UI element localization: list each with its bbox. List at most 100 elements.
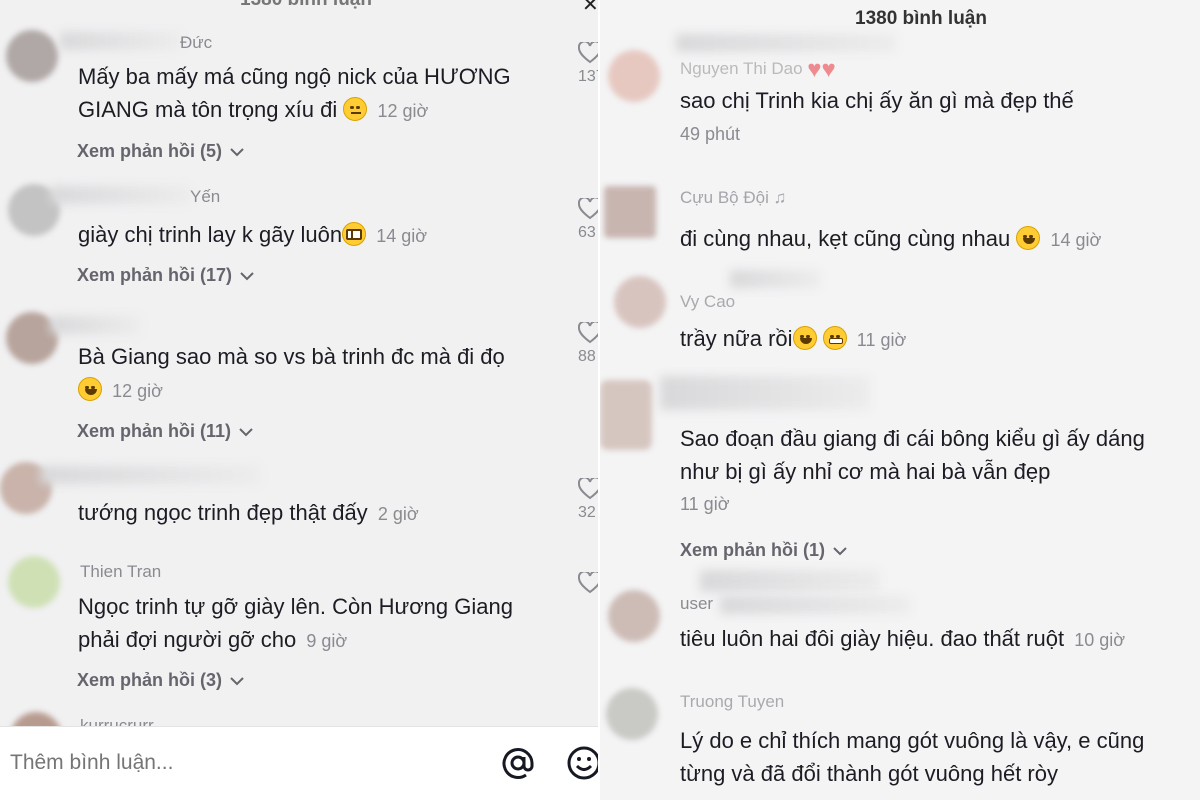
view-replies-button[interactable]: Xem phản hồi (11): [77, 421, 254, 442]
comment-text: Mấy ba mấy má cũng ngộ nick của HƯƠNG GI…: [78, 60, 558, 128]
avatar[interactable]: [608, 50, 660, 102]
comment-time: 49 phút: [680, 124, 741, 144]
comment-time: 14 giờ: [1050, 230, 1102, 250]
avatar[interactable]: [606, 688, 658, 740]
comment-username[interactable]: Thien Tran: [80, 562, 161, 582]
view-replies-button[interactable]: Xem phản hồi (17): [77, 265, 255, 286]
view-replies-button[interactable]: Xem phản hồi (5): [77, 141, 245, 162]
tears-of-joy-emoji-icon: [792, 326, 817, 350]
like-count: 137: [578, 68, 600, 85]
comment-count-title: 1380 bình luận: [240, 0, 372, 11]
comment-body: Mấy ba mấy má cũng ngộ nick của HƯƠNG GI…: [78, 64, 511, 122]
like-count: 63: [578, 224, 596, 241]
chevron-down-icon: [833, 547, 847, 556]
username-blur: [720, 596, 910, 614]
username-blur: [676, 34, 896, 52]
avatar[interactable]: [600, 380, 652, 450]
comment-username[interactable]: Nguyen Thi Dao ♥♥: [680, 56, 836, 84]
heart-outline-icon: [578, 572, 600, 594]
comment-body: Bà Giang sao mà so vs bà trinh đc mà đi …: [78, 344, 505, 369]
heart-emoji-icon: ♥: [807, 56, 822, 83]
comment-time: 12 giờ: [377, 101, 429, 121]
heart-emoji-icon: ♥: [821, 56, 836, 83]
comment-body: đi cùng nhau, kẹt cũng cùng nhau: [680, 226, 1011, 251]
like-button[interactable]: [578, 572, 600, 594]
username-blur: [60, 32, 180, 50]
heart-outline-icon: [578, 198, 600, 220]
chevron-down-icon: [230, 677, 244, 686]
avatar[interactable]: [608, 590, 660, 642]
view-replies-label: Xem phản hồi (5): [77, 141, 223, 161]
comment-username[interactable]: Yến: [190, 187, 220, 207]
tears-of-joy-emoji-icon: [1016, 226, 1041, 250]
like-count: 32: [578, 504, 596, 521]
chevron-down-icon: [239, 428, 253, 437]
like-button[interactable]: 32: [578, 478, 600, 522]
comment-time: 11 giờ: [680, 494, 730, 514]
comment-count-title: 1380 bình luận: [855, 8, 987, 29]
like-button[interactable]: 63: [578, 198, 600, 242]
comment-username[interactable]: user: [680, 594, 713, 614]
comment-time: 10 giờ: [1074, 630, 1126, 650]
username-blur: [660, 376, 870, 410]
comment-text: Sao đoạn đầu giang đi cái bông kiểu gì ấ…: [680, 426, 1145, 484]
view-replies-button[interactable]: Xem phản hồi (3): [77, 670, 245, 691]
comment-username[interactable]: Vy Cao: [680, 292, 735, 312]
chevron-down-icon: [240, 272, 254, 281]
comment-time: 14 giờ: [376, 226, 428, 246]
comment-text: Lý do e chỉ thích mang gót vuông là vậy,…: [680, 728, 1145, 786]
username-blur: [700, 570, 880, 592]
comment-body: giày chị trinh lay k gãy luôn: [78, 222, 343, 247]
comment-text: sao chị Trinh kia chị ấy ăn gì mà đẹp th…: [680, 88, 1074, 113]
comment-time: 12 giờ: [112, 381, 163, 401]
at-icon[interactable]: [500, 745, 536, 781]
heart-outline-icon: [578, 478, 600, 500]
view-replies-label: Xem phản hồi (11): [77, 421, 232, 441]
comment-username[interactable]: Đức: [180, 33, 212, 53]
username-blur: [40, 466, 260, 484]
avatar[interactable]: [8, 556, 60, 608]
comment-username[interactable]: Cựu Bộ Đội ♫: [680, 188, 786, 208]
comment-time: 9 giờ: [306, 631, 348, 651]
username-blur: [50, 186, 190, 204]
username-blur: [730, 270, 820, 288]
comment-time: 11 giờ: [856, 330, 907, 350]
like-count: 88: [578, 348, 596, 365]
avatar[interactable]: [6, 30, 58, 82]
comment-text: Ngọc trinh tự gỡ giày lên. Còn Hương Gia…: [78, 590, 548, 658]
comment-input-bar: [0, 726, 600, 800]
view-replies-label: Xem phản hồi (1): [680, 540, 826, 560]
like-button[interactable]: 137: [578, 42, 600, 86]
comment-body: tướng ngọc trinh đẹp thật đấy: [78, 500, 368, 525]
grimacing-emoji-icon: [822, 326, 847, 350]
comment-body: Ngọc trinh tự gỡ giày lên. Còn Hương Gia…: [78, 594, 513, 652]
comment-time: 2 giờ: [377, 504, 419, 524]
left-comment-panel: 1380 bình luận ✕ Đức Mấy ba mấy má cũng …: [0, 0, 600, 800]
right-comment-panel: 1380 bình luận Nguyen Thi Dao ♥♥ sao chị…: [600, 0, 1200, 800]
username-label: Nguyen Thi Dao: [680, 59, 803, 78]
comment-text: Bà Giang sao mà so vs bà trinh đc mà đi …: [78, 340, 558, 408]
view-replies-label: Xem phản hồi (17): [77, 265, 233, 285]
comment-text: giày chị trinh lay k gãy luôn 14 giờ: [78, 218, 558, 253]
heart-outline-icon: [578, 322, 600, 344]
comment-body: tiêu luôn hai đôi giày hiệu. đao thất ru…: [680, 626, 1065, 651]
view-replies-button[interactable]: Xem phản hồi (1): [680, 540, 848, 561]
avatar[interactable]: [604, 186, 656, 238]
comment-text: đi cùng nhau, kẹt cũng cùng nhau 14 giờ: [680, 222, 1180, 257]
close-icon[interactable]: ✕: [582, 0, 599, 17]
smiley-icon[interactable]: [566, 745, 600, 781]
tears-of-joy-emoji-icon: [78, 377, 102, 401]
add-comment-input[interactable]: [10, 751, 450, 775]
username-blur: [50, 316, 140, 334]
comment-body: trầy nữa rồi: [680, 326, 793, 351]
comment-text: tướng ngọc trinh đẹp thật đấy 2 giờ: [78, 496, 558, 531]
avatar[interactable]: [614, 276, 666, 328]
heart-outline-icon: [578, 42, 600, 64]
comment-username[interactable]: Truong Tuyen: [680, 692, 784, 712]
flushed-emoji-icon: [342, 222, 367, 246]
like-button[interactable]: 88: [578, 322, 600, 366]
comment-text: trầy nữa rồi 11 giờ: [680, 322, 1180, 357]
unamused-emoji-icon: [343, 97, 368, 121]
chevron-down-icon: [230, 148, 244, 157]
comment-text: tiêu luôn hai đôi giày hiệu. đao thất ru…: [680, 622, 1190, 657]
